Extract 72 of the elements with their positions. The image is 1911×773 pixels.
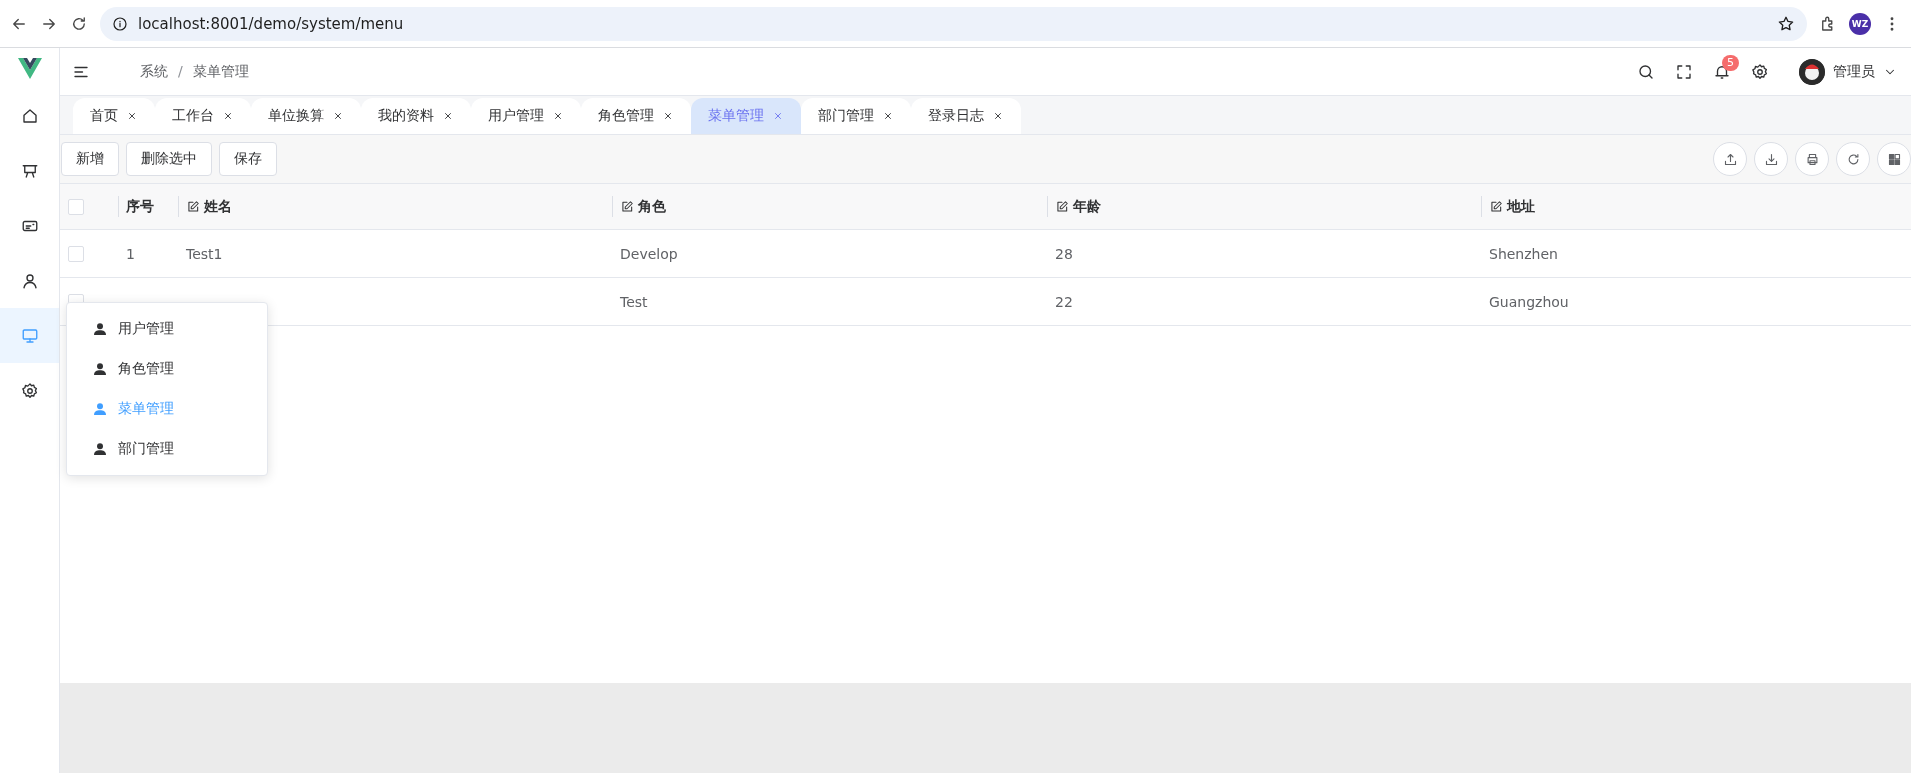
download-icon — [1763, 151, 1779, 167]
star-icon[interactable] — [1777, 14, 1795, 33]
table-cell: 22 — [1055, 293, 1073, 310]
close-icon[interactable] — [662, 110, 674, 122]
print-button[interactable] — [1795, 142, 1829, 176]
page-tab[interactable]: 工作台 — [155, 98, 251, 134]
upload-icon — [1722, 151, 1738, 167]
page-tab[interactable]: 部门管理 — [801, 98, 911, 134]
select-all-checkbox[interactable] — [68, 198, 84, 215]
page-tab[interactable]: 角色管理 — [581, 98, 691, 134]
close-icon[interactable] — [126, 110, 138, 122]
menu-item[interactable]: 用户管理 — [67, 309, 267, 349]
page-tab[interactable]: 首页 — [73, 98, 155, 134]
user-avatar[interactable] — [1799, 58, 1825, 85]
table-cell: Test — [620, 293, 648, 310]
close-icon[interactable] — [552, 110, 564, 122]
column-header[interactable]: 序号 — [118, 184, 178, 230]
person-icon — [92, 441, 108, 457]
person-icon — [92, 401, 108, 417]
refresh-button[interactable] — [1836, 142, 1870, 176]
user-icon[interactable] — [20, 271, 39, 290]
close-icon[interactable] — [222, 110, 234, 122]
toolbar-button[interactable]: 新增 — [61, 142, 119, 176]
breadcrumb-link[interactable]: 系统 — [140, 62, 168, 81]
close-icon[interactable] — [442, 110, 454, 122]
edit-icon — [620, 199, 634, 214]
breadcrumb-separator: / — [178, 62, 183, 81]
person-icon — [92, 361, 108, 377]
table-cell: Test1 — [186, 245, 223, 262]
edit-icon — [1055, 199, 1069, 214]
fullscreen-icon[interactable] — [1675, 62, 1693, 81]
printer-icon — [1804, 151, 1820, 167]
profile-avatar[interactable]: WZ — [1849, 12, 1871, 35]
table-cell: 28 — [1055, 245, 1073, 262]
url-text: localhost:8001/demo/system/menu — [138, 14, 405, 33]
close-icon[interactable] — [992, 110, 1004, 122]
menu-item[interactable]: 部门管理 — [67, 429, 267, 469]
user-name[interactable]: 管理员 — [1833, 62, 1875, 81]
close-icon[interactable] — [332, 110, 344, 122]
settings-icon[interactable] — [1751, 62, 1769, 81]
column-header[interactable]: 年龄 — [1047, 184, 1481, 230]
column-header[interactable]: 角色 — [612, 184, 1047, 230]
table-cell: 1 — [126, 245, 135, 262]
edit-icon — [186, 199, 200, 214]
info-icon — [112, 15, 128, 32]
notification-badge: 5 — [1722, 54, 1739, 71]
edit-icon — [1489, 199, 1503, 214]
logo-icon[interactable] — [17, 57, 42, 79]
page-tab[interactable]: 用户管理 — [471, 98, 581, 134]
row-checkbox[interactable] — [68, 245, 84, 262]
table-cell: Shenzhen — [1489, 245, 1558, 262]
reload-icon[interactable] — [70, 14, 88, 33]
page-tab[interactable]: 单位换算 — [251, 98, 361, 134]
menu-item[interactable]: 角色管理 — [67, 349, 267, 389]
page-tab[interactable]: 登录日志 — [911, 98, 1021, 134]
column-header[interactable]: 姓名 — [178, 184, 612, 230]
person-icon — [92, 321, 108, 337]
close-icon[interactable] — [882, 110, 894, 122]
column-header[interactable]: 地址 — [1481, 184, 1911, 230]
upload-button[interactable] — [1713, 142, 1747, 176]
table-cell: Guangzhou — [1489, 293, 1569, 310]
address-bar[interactable]: localhost:8001/demo/system/menu — [100, 6, 1807, 41]
toolbar-button[interactable]: 删除选中 — [126, 142, 212, 176]
breadcrumb-current: 菜单管理 — [192, 62, 249, 81]
toolbar-button[interactable]: 保存 — [219, 142, 277, 176]
grid-icon — [1886, 151, 1902, 167]
table-cell: Develop — [620, 245, 678, 262]
download-button[interactable] — [1754, 142, 1788, 176]
columns-button[interactable] — [1877, 142, 1911, 176]
page-tab[interactable]: 我的资料 — [361, 98, 471, 134]
settings-icon[interactable] — [20, 381, 39, 400]
search-icon[interactable] — [1637, 62, 1655, 81]
